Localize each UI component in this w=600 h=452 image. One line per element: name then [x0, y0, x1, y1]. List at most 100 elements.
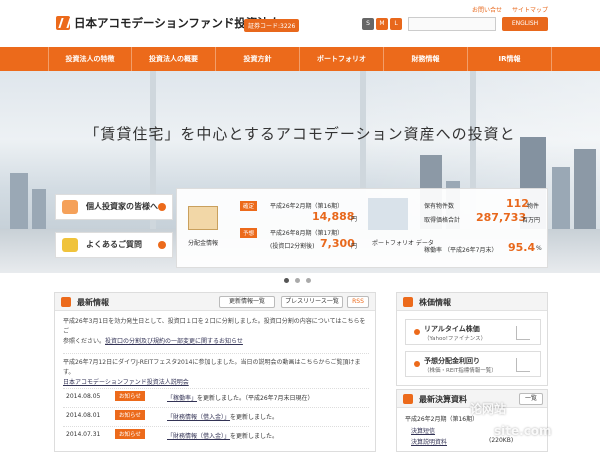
- realtime-stock-link[interactable]: リアルタイム株価 （Yahoo!ファイナンス）: [405, 319, 541, 345]
- chart-icon: [516, 326, 530, 340]
- individual-investors-button[interactable]: 個人投資家の皆様へ: [55, 194, 173, 220]
- file-size: (220KB): [489, 437, 514, 444]
- news-link[interactable]: 「稼働率」: [167, 395, 197, 402]
- arrow-right-icon: [158, 203, 166, 211]
- financial-period: 平成26年2月期（第16期）: [405, 416, 479, 423]
- nav-portfolio[interactable]: ポートフォリオ: [300, 47, 384, 71]
- news-desc: を更新しました。: [230, 433, 279, 440]
- confirmed-period: 平成26年2月期（第16期）: [270, 203, 344, 210]
- people-icon: [62, 200, 78, 214]
- question-icon: [62, 238, 78, 252]
- occupancy-unit: %: [536, 245, 542, 252]
- document-icon: [403, 394, 413, 404]
- confirmed-tag: 確定: [240, 201, 258, 211]
- dividend-title: 予想分配金利回り: [424, 357, 480, 365]
- search-input[interactable]: [408, 17, 496, 31]
- nav-ir[interactable]: IR情報: [468, 47, 552, 71]
- update-list-button[interactable]: 更新情報一覧: [219, 296, 275, 308]
- notice-festa-line1: 平成26年7月12日にダイワJ-REITフェスタ2014に参加しました。当日の説…: [63, 359, 361, 376]
- individual-investors-label: 個人投資家の皆様へ: [86, 202, 158, 211]
- news-text: 「財務情報（借入金）」を更新しました。: [167, 412, 278, 421]
- news-row[interactable]: 2014.08.05 お知らせ 「稼働率」を更新しました。（平成26年7月末日現…: [63, 388, 369, 402]
- holdings-unit: 物件: [527, 203, 540, 210]
- site-header: 日本アコモデーションファンド投資法人 証券コード:3226 お問い合せ サイトマ…: [0, 0, 600, 47]
- occupancy-period: （平成26年7月末）: [444, 247, 498, 254]
- rss-button[interactable]: RSS: [347, 296, 369, 308]
- news-badge: お知らせ: [115, 391, 145, 401]
- nav-features[interactable]: 投資法人の特徴: [48, 47, 132, 71]
- slider-dot[interactable]: [295, 278, 300, 283]
- news-title: 最新情報: [77, 298, 109, 307]
- nav-policy[interactable]: 投資方針: [216, 47, 300, 71]
- font-size-small-button[interactable]: S: [362, 18, 374, 30]
- arrow-right-icon: [158, 241, 166, 249]
- main-nav: 投資法人の特徴 投資法人の概要 投資方針 ポートフォリオ 財務情報 IR情報: [0, 47, 600, 71]
- news-header: 最新情報 更新情報一覧 プレスリリース一覧 RSS: [55, 293, 375, 311]
- financial-item[interactable]: 決算短信: [411, 426, 435, 435]
- news-link[interactable]: 「財務情報（借入金）」: [167, 433, 230, 440]
- confirmed-unit: 円: [351, 216, 358, 223]
- financial-list-button[interactable]: 一覧: [519, 393, 543, 405]
- financial-title: 最新決算資料: [419, 395, 467, 404]
- news-text: 「稼働率」を更新しました。（平成26年7月末日現在）: [167, 393, 313, 402]
- chart-icon: [516, 358, 530, 372]
- confirmed-amount: 14,888: [312, 210, 355, 223]
- arrow-right-icon: [414, 361, 420, 367]
- news-link[interactable]: 「財務情報（借入金）」: [167, 414, 230, 421]
- news-date: 2014.08.05: [66, 393, 101, 400]
- dividend-yield-link[interactable]: 予想分配金利回り （株価・REIT指標情報一覧）: [405, 351, 541, 377]
- nav-financial[interactable]: 財務情報: [384, 47, 468, 71]
- faq-button[interactable]: よくあるご質問: [55, 232, 173, 258]
- notice-split: 平成26年3月1日を効力発生日として、投資口１口を２口に分割しました。投資口分割…: [63, 317, 369, 347]
- building: [574, 149, 596, 233]
- distribution-label[interactable]: 分配金情報: [188, 238, 218, 247]
- acquisition-value: 287,733: [476, 211, 527, 224]
- news-row[interactable]: 2014.08.01 お知らせ 「財務情報（借入金）」を更新しました。: [63, 407, 369, 421]
- news-date: 2014.08.01: [66, 412, 101, 419]
- slider-dot[interactable]: [284, 278, 289, 283]
- watermark-text: 论网站: [470, 402, 507, 416]
- top-links: お問い合せ サイトマップ: [464, 5, 548, 14]
- news-text: 「財務情報（借入金）」を更新しました。: [167, 431, 278, 440]
- stock-section: 株価情報 リアルタイム株価 （Yahoo!ファイナンス） 予想分配金利回り （株…: [396, 292, 548, 386]
- realtime-sub: （Yahoo!ファイナンス）: [424, 336, 487, 342]
- notice-split-link[interactable]: 投資口の分割及び規約の一部変更に関するお知らせ: [105, 338, 243, 345]
- holdings-label: 保有物件数: [424, 203, 455, 210]
- nav-overview[interactable]: 投資法人の概要: [132, 47, 216, 71]
- notice-festa-link[interactable]: 日本アコモデーションファンド投資法人説明会: [63, 378, 369, 388]
- font-size-large-button[interactable]: L: [390, 18, 402, 30]
- forecast-note: (投資口2分割後): [270, 243, 315, 250]
- slider-dot[interactable]: [306, 278, 311, 283]
- forecast-period: 平成26年8月期（第17期）: [270, 230, 344, 237]
- logo-icon[interactable]: [56, 16, 70, 30]
- building: [552, 167, 570, 233]
- calculator-icon: [188, 206, 218, 230]
- occupancy-label: 稼働率: [424, 247, 443, 254]
- news-badge: お知らせ: [115, 429, 145, 439]
- dividend-sub: （株価・REIT指標情報一覧）: [424, 368, 497, 374]
- arrow-right-icon: [414, 329, 420, 335]
- stock-title: 株価情報: [419, 298, 451, 307]
- acquisition-label: 取得価格合計: [424, 217, 461, 224]
- hero-headline: 「賃貸住宅」を中心とするアコモデーション資産への投資と: [84, 125, 516, 143]
- news-section: 最新情報 更新情報一覧 プレスリリース一覧 RSS 平成26年3月1日を効力発生…: [54, 292, 376, 452]
- slider-dots: [284, 278, 311, 283]
- font-size-medium-button[interactable]: M: [376, 18, 388, 30]
- sitemap-link[interactable]: サイトマップ: [512, 7, 548, 14]
- notice-split-line2: 参照ください。: [63, 338, 106, 345]
- news-desc: を更新しました。: [230, 414, 279, 421]
- news-date: 2014.07.31: [66, 431, 101, 438]
- forecast-unit: 円: [351, 243, 358, 250]
- holdings-value: 112: [506, 197, 529, 210]
- financial-item[interactable]: 決算説明資料: [411, 437, 447, 446]
- watermark-text: site.com: [494, 424, 552, 438]
- stock-header: 株価情報: [397, 293, 547, 311]
- news-row[interactable]: 2014.07.31 お知らせ 「財務情報（借入金）」を更新しました。: [63, 426, 369, 440]
- notice-festa: 平成26年7月12日にダイワJ-REITフェスタ2014に参加しました。当日の説…: [63, 353, 369, 388]
- press-list-button[interactable]: プレスリリース一覧: [281, 296, 343, 308]
- realtime-title: リアルタイム株価: [424, 325, 480, 333]
- contact-link[interactable]: お問い合せ: [472, 7, 502, 14]
- english-button[interactable]: ENGLISH: [502, 17, 548, 31]
- financial-section: 最新決算資料 一覧 平成26年2月期（第16期） 決算短信 決算説明資料 (22…: [396, 389, 548, 452]
- occupancy-value: 95.4: [508, 241, 536, 254]
